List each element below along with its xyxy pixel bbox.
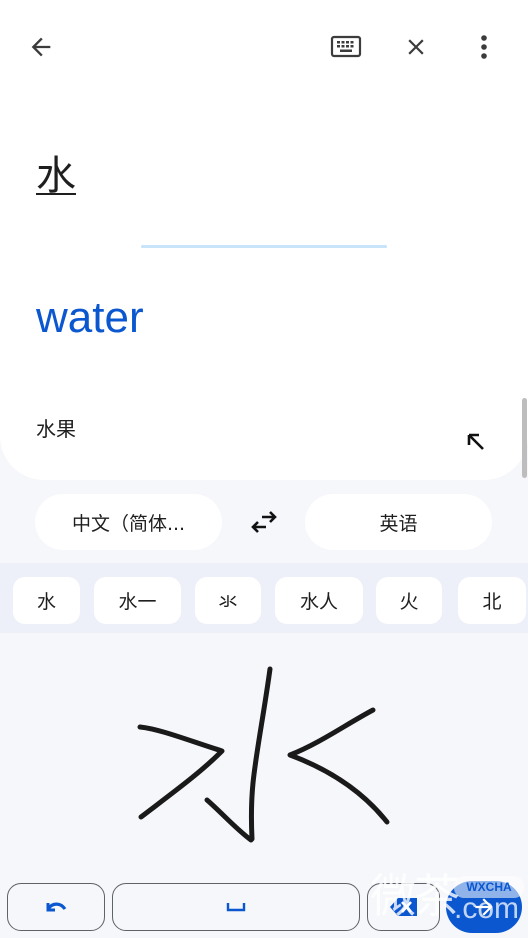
use-suggestion-button[interactable] <box>458 424 494 460</box>
ink-stroke <box>287 707 390 825</box>
target-language-label: 英语 <box>379 512 418 535</box>
candidate-label: 水一 <box>118 591 157 613</box>
source-language-label: 中文（简体... <box>71 512 186 535</box>
backspace-button[interactable] <box>367 883 440 931</box>
candidate-item[interactable]: 氺 <box>195 577 261 624</box>
swap-horiz-icon <box>251 511 277 533</box>
candidate-item[interactable]: 火 <box>376 577 442 624</box>
candidate-bar: 水 水一 氺 水人 火 北 <box>0 563 528 633</box>
candidate-item[interactable]: 水 <box>13 577 80 624</box>
more-vert-icon <box>481 35 487 59</box>
ink-stroke <box>204 797 254 843</box>
arrow-back-icon <box>31 37 51 57</box>
top-app-bar <box>0 0 528 94</box>
candidate-label: 火 <box>399 591 419 613</box>
candidate-label: 氺 <box>218 591 238 613</box>
backspace-icon <box>389 898 417 916</box>
candidate-label: 北 <box>482 591 502 613</box>
arrow-up-left-icon <box>467 433 484 450</box>
divider <box>141 245 387 248</box>
arrow-forward-icon <box>475 898 493 916</box>
candidate-label: 水 <box>36 591 56 613</box>
candidate-item[interactable]: 北 <box>458 577 526 624</box>
swap-languages-button[interactable] <box>242 500 286 544</box>
keyboard-icon <box>330 35 362 58</box>
source-text[interactable]: 水 <box>36 152 76 200</box>
target-language-button[interactable]: 英语 <box>305 494 492 550</box>
source-language-button[interactable]: 中文（简体... <box>35 494 222 550</box>
suggestion-item[interactable]: 水果 <box>36 414 76 444</box>
close-button[interactable] <box>394 25 438 69</box>
candidate-item[interactable]: 水一 <box>94 577 181 624</box>
more-options-button[interactable] <box>462 25 506 69</box>
handwriting-strokes <box>137 666 390 843</box>
close-icon <box>408 39 424 55</box>
candidate-label: 水人 <box>299 591 338 613</box>
translated-text: water <box>36 293 144 342</box>
enter-button[interactable] <box>446 881 522 933</box>
space-button[interactable] <box>112 883 360 931</box>
scrollbar[interactable] <box>522 398 527 478</box>
handwriting-canvas[interactable] <box>0 633 528 873</box>
space-bar-icon <box>226 903 246 912</box>
undo-button[interactable] <box>7 883 105 931</box>
translation-card: 水 water 水果 <box>0 0 528 480</box>
back-button[interactable] <box>19 25 63 69</box>
ink-stroke <box>248 666 273 842</box>
undo-icon <box>46 902 67 912</box>
candidate-item[interactable]: 水人 <box>275 577 363 624</box>
keyboard-button[interactable] <box>324 25 368 69</box>
